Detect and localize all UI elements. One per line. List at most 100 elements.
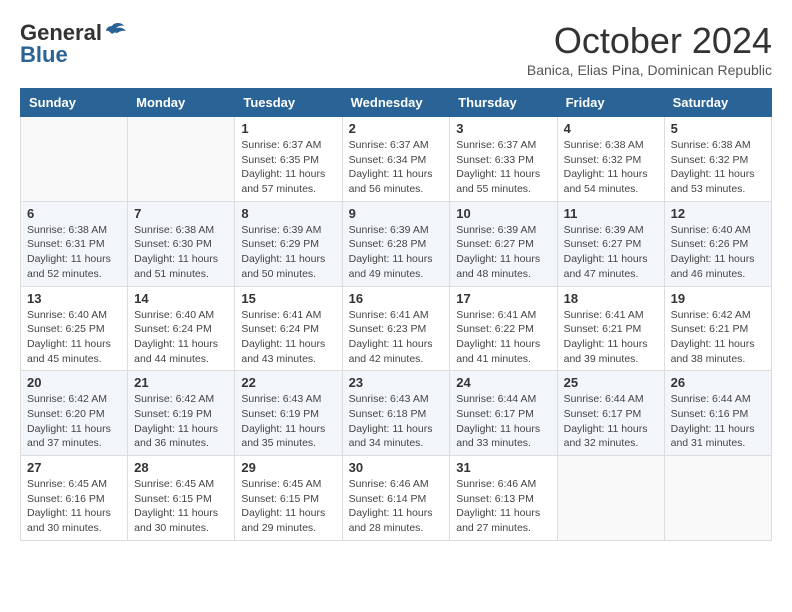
day-info: Sunrise: 6:37 AM Sunset: 6:34 PM Dayligh… — [349, 138, 444, 197]
table-row: 11Sunrise: 6:39 AM Sunset: 6:27 PM Dayli… — [557, 201, 664, 286]
table-row: 8Sunrise: 6:39 AM Sunset: 6:29 PM Daylig… — [235, 201, 342, 286]
logo-bird-icon — [104, 22, 126, 42]
calendar-table: Sunday Monday Tuesday Wednesday Thursday… — [20, 88, 772, 541]
month-title: October 2024 — [527, 20, 772, 62]
day-info: Sunrise: 6:37 AM Sunset: 6:35 PM Dayligh… — [241, 138, 335, 197]
day-number: 15 — [241, 291, 335, 306]
day-number: 21 — [134, 375, 228, 390]
header-friday: Friday — [557, 89, 664, 117]
header-wednesday: Wednesday — [342, 89, 450, 117]
table-row: 21 Sunrise: 6:42 AM Sunset: 6:19 PM Dayli… — [128, 371, 235, 456]
day-info: Sunrise: 6:39 AM Sunset: 6:27 PM Dayligh… — [456, 223, 550, 282]
table-row: 29Sunrise: 6:45 AM Sunset: 6:15 PM Dayli… — [235, 456, 342, 541]
day-info: Sunrise: 6:45 AM Sunset: 6:15 PM Dayligh… — [134, 477, 228, 536]
logo-blue-text: Blue — [20, 42, 68, 68]
day-info: Sunrise: 6:39 AM Sunset: 6:27 PM Dayligh… — [564, 223, 658, 282]
calendar-week-row: 27 Sunrise: 6:45 AM Sunset: 6:16 PM Dayli… — [21, 456, 772, 541]
table-row: 27 Sunrise: 6:45 AM Sunset: 6:16 PM Dayli… — [21, 456, 128, 541]
day-info: Sunrise: 6:45 AM Sunset: 6:16 PM Dayligh… — [27, 477, 121, 536]
day-info: Sunrise: 6:41 AM Sunset: 6:24 PM Dayligh… — [241, 308, 335, 367]
day-number: 4 — [564, 121, 658, 136]
calendar-week-row: 13Sunrise: 6:40 AM Sunset: 6:25 PM Dayli… — [21, 286, 772, 371]
table-row: 9 Sunrise: 6:39 AM Sunset: 6:28 PM Daylig… — [342, 201, 450, 286]
day-number: 27 — [27, 460, 121, 475]
table-row: 17Sunrise: 6:41 AM Sunset: 6:22 PM Dayli… — [450, 286, 557, 371]
day-info: Sunrise: 6:40 AM Sunset: 6:26 PM Dayligh… — [671, 223, 765, 282]
table-row: 15 Sunrise: 6:41 AM Sunset: 6:24 PM Dayli… — [235, 286, 342, 371]
day-info: Sunrise: 6:44 AM Sunset: 6:17 PM Dayligh… — [564, 392, 658, 451]
day-number: 9 — [349, 206, 444, 221]
day-info: Sunrise: 6:44 AM Sunset: 6:17 PM Dayligh… — [456, 392, 550, 451]
day-number: 30 — [349, 460, 444, 475]
location-subtitle: Banica, Elias Pina, Dominican Republic — [527, 62, 772, 78]
table-row: 25 Sunrise: 6:44 AM Sunset: 6:17 PM Dayli… — [557, 371, 664, 456]
table-row: 18 Sunrise: 6:41 AM Sunset: 6:21 PM Dayli… — [557, 286, 664, 371]
logo: General Blue — [20, 20, 126, 68]
table-row: 20 Sunrise: 6:42 AM Sunset: 6:20 PM Dayli… — [21, 371, 128, 456]
table-row: 22 Sunrise: 6:43 AM Sunset: 6:19 PM Dayli… — [235, 371, 342, 456]
day-number: 22 — [241, 375, 335, 390]
calendar-week-row: 6Sunrise: 6:38 AM Sunset: 6:31 PM Daylig… — [21, 201, 772, 286]
day-number: 16 — [349, 291, 444, 306]
day-info: Sunrise: 6:42 AM Sunset: 6:19 PM Dayligh… — [134, 392, 228, 451]
table-row: 28 Sunrise: 6:45 AM Sunset: 6:15 PM Dayli… — [128, 456, 235, 541]
day-number: 20 — [27, 375, 121, 390]
header-sunday: Sunday — [21, 89, 128, 117]
table-row: 16 Sunrise: 6:41 AM Sunset: 6:23 PM Dayli… — [342, 286, 450, 371]
table-row: 30 Sunrise: 6:46 AM Sunset: 6:14 PM Dayli… — [342, 456, 450, 541]
table-row: 26Sunrise: 6:44 AM Sunset: 6:16 PM Dayli… — [664, 371, 771, 456]
day-info: Sunrise: 6:42 AM Sunset: 6:21 PM Dayligh… — [671, 308, 765, 367]
table-row: 2 Sunrise: 6:37 AM Sunset: 6:34 PM Daylig… — [342, 117, 450, 202]
day-number: 28 — [134, 460, 228, 475]
day-number: 8 — [241, 206, 335, 221]
calendar-week-row: 1 Sunrise: 6:37 AM Sunset: 6:35 PM Daylig… — [21, 117, 772, 202]
calendar-header-row: Sunday Monday Tuesday Wednesday Thursday… — [21, 89, 772, 117]
table-row — [557, 456, 664, 541]
day-number: 10 — [456, 206, 550, 221]
day-number: 14 — [134, 291, 228, 306]
day-info: Sunrise: 6:45 AM Sunset: 6:15 PM Dayligh… — [241, 477, 335, 536]
day-info: Sunrise: 6:46 AM Sunset: 6:14 PM Dayligh… — [349, 477, 444, 536]
day-info: Sunrise: 6:38 AM Sunset: 6:30 PM Dayligh… — [134, 223, 228, 282]
header-monday: Monday — [128, 89, 235, 117]
day-info: Sunrise: 6:46 AM Sunset: 6:13 PM Dayligh… — [456, 477, 550, 536]
table-row — [21, 117, 128, 202]
table-row: 12 Sunrise: 6:40 AM Sunset: 6:26 PM Dayli… — [664, 201, 771, 286]
table-row: 13Sunrise: 6:40 AM Sunset: 6:25 PM Dayli… — [21, 286, 128, 371]
day-info: Sunrise: 6:42 AM Sunset: 6:20 PM Dayligh… — [27, 392, 121, 451]
day-info: Sunrise: 6:39 AM Sunset: 6:28 PM Dayligh… — [349, 223, 444, 282]
table-row: 3 Sunrise: 6:37 AM Sunset: 6:33 PM Daylig… — [450, 117, 557, 202]
day-number: 24 — [456, 375, 550, 390]
day-number: 19 — [671, 291, 765, 306]
day-number: 26 — [671, 375, 765, 390]
day-info: Sunrise: 6:43 AM Sunset: 6:18 PM Dayligh… — [349, 392, 444, 451]
day-number: 12 — [671, 206, 765, 221]
day-number: 23 — [349, 375, 444, 390]
day-number: 25 — [564, 375, 658, 390]
day-info: Sunrise: 6:37 AM Sunset: 6:33 PM Dayligh… — [456, 138, 550, 197]
table-row: 14 Sunrise: 6:40 AM Sunset: 6:24 PM Dayli… — [128, 286, 235, 371]
day-info: Sunrise: 6:43 AM Sunset: 6:19 PM Dayligh… — [241, 392, 335, 451]
day-number: 2 — [349, 121, 444, 136]
day-number: 3 — [456, 121, 550, 136]
table-row: 7 Sunrise: 6:38 AM Sunset: 6:30 PM Daylig… — [128, 201, 235, 286]
day-info: Sunrise: 6:41 AM Sunset: 6:21 PM Dayligh… — [564, 308, 658, 367]
table-row: 19 Sunrise: 6:42 AM Sunset: 6:21 PM Dayli… — [664, 286, 771, 371]
day-number: 7 — [134, 206, 228, 221]
table-row: 23 Sunrise: 6:43 AM Sunset: 6:18 PM Dayli… — [342, 371, 450, 456]
day-info: Sunrise: 6:40 AM Sunset: 6:24 PM Dayligh… — [134, 308, 228, 367]
table-row — [128, 117, 235, 202]
table-row: 10 Sunrise: 6:39 AM Sunset: 6:27 PM Dayli… — [450, 201, 557, 286]
day-info: Sunrise: 6:38 AM Sunset: 6:32 PM Dayligh… — [564, 138, 658, 197]
table-row: 24 Sunrise: 6:44 AM Sunset: 6:17 PM Dayli… — [450, 371, 557, 456]
page-header: General Blue October 2024 Banica, Elias … — [20, 20, 772, 78]
table-row: 31Sunrise: 6:46 AM Sunset: 6:13 PM Dayli… — [450, 456, 557, 541]
title-block: October 2024 Banica, Elias Pina, Dominic… — [527, 20, 772, 78]
day-info: Sunrise: 6:38 AM Sunset: 6:31 PM Dayligh… — [27, 223, 121, 282]
header-saturday: Saturday — [664, 89, 771, 117]
day-info: Sunrise: 6:40 AM Sunset: 6:25 PM Dayligh… — [27, 308, 121, 367]
day-number: 1 — [241, 121, 335, 136]
day-info: Sunrise: 6:41 AM Sunset: 6:23 PM Dayligh… — [349, 308, 444, 367]
day-number: 18 — [564, 291, 658, 306]
header-tuesday: Tuesday — [235, 89, 342, 117]
